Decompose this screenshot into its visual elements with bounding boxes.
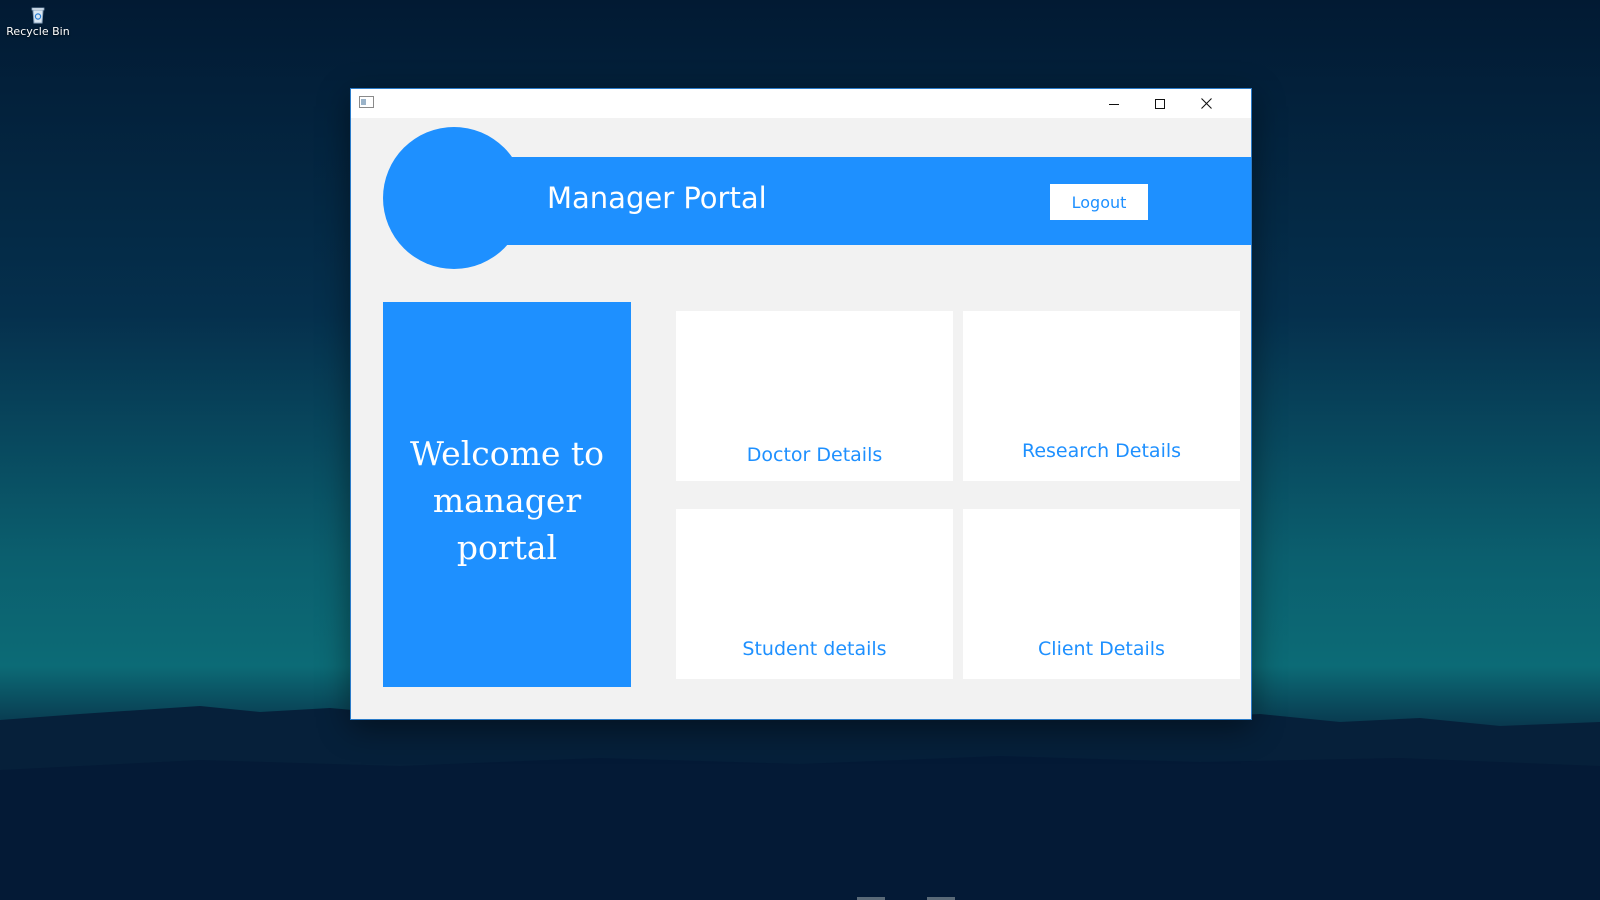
close-icon xyxy=(1200,98,1212,109)
maximize-button[interactable] xyxy=(1137,89,1183,118)
window-app-icon xyxy=(359,96,374,108)
minimize-button[interactable] xyxy=(1091,89,1137,118)
recycle-bin-icon xyxy=(31,7,45,24)
welcome-text: Welcome to manager portal xyxy=(383,430,631,571)
maximize-icon xyxy=(1155,98,1165,109)
page-title: Manager Portal xyxy=(547,181,767,215)
logout-button[interactable]: Logout xyxy=(1050,184,1148,220)
desktop-icon-label: Recycle Bin xyxy=(6,25,70,38)
welcome-line-2: manager portal xyxy=(432,481,582,567)
welcome-panel: Welcome to manager portal xyxy=(383,302,631,687)
desktop-wallpaper-hills xyxy=(0,706,1600,900)
doctor-details-card[interactable]: Doctor Details xyxy=(676,311,953,481)
research-details-card[interactable]: Research Details xyxy=(963,311,1240,481)
research-details-label: Research Details xyxy=(1021,440,1182,462)
client-details-label: Client Details xyxy=(1038,638,1165,660)
manager-portal-window: Manager Portal Logout Welcome to manager… xyxy=(350,88,1252,720)
minimize-icon xyxy=(1109,103,1119,105)
student-details-card[interactable]: Student details xyxy=(676,509,953,679)
close-button[interactable] xyxy=(1183,89,1229,118)
welcome-line-1: Welcome to xyxy=(409,434,605,473)
student-details-label: Student details xyxy=(742,638,887,660)
desktop-icon-recycle-bin[interactable]: Recycle Bin xyxy=(2,4,74,38)
client-details-card[interactable]: Client Details xyxy=(963,509,1240,679)
header-logo-circle xyxy=(383,127,525,269)
doctor-details-label: Doctor Details xyxy=(746,444,883,466)
window-titlebar[interactable] xyxy=(351,89,1251,118)
